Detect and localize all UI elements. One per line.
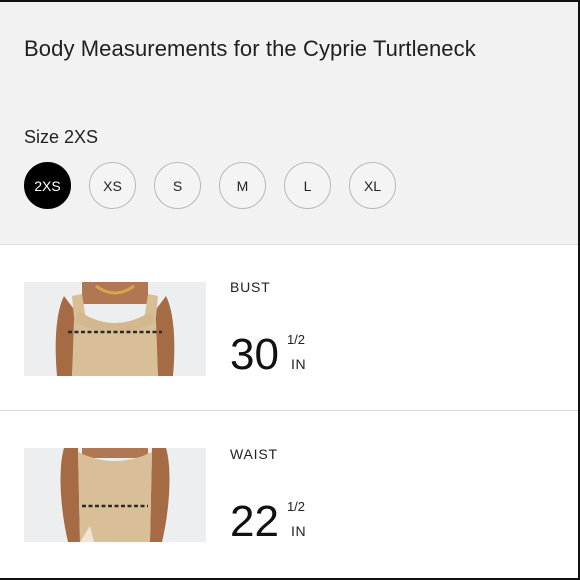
size-options: 2XS XS S M L XL — [24, 162, 396, 209]
bust-measurement-row: BUST 30 1/2 IN — [0, 245, 578, 411]
waist-measurement-row: WAIST 22 1/2 IN — [0, 412, 578, 578]
size-button-s[interactable]: S — [154, 162, 201, 209]
size-button-2xs[interactable]: 2XS — [24, 162, 71, 209]
page-title: Body Measurements for the Cyprie Turtlen… — [24, 36, 476, 61]
size-button-l[interactable]: L — [284, 162, 331, 209]
waist-value-fraction: 1/2 — [286, 499, 306, 514]
bust-value-whole: 30 — [230, 330, 279, 379]
waist-value-unit: IN — [290, 523, 307, 539]
size-button-xl[interactable]: XL — [349, 162, 396, 209]
bust-illustration — [24, 282, 206, 376]
bust-value-unit: IN — [290, 356, 307, 372]
waist-value-whole: 22 — [230, 497, 279, 546]
size-button-m[interactable]: M — [219, 162, 266, 209]
waist-illustration — [24, 448, 206, 542]
size-selector-panel: Body Measurements for the Cyprie Turtlen… — [0, 2, 578, 245]
waist-label: WAIST — [230, 446, 278, 462]
waist-value: 22 1/2 IN — [230, 500, 306, 544]
size-button-xs[interactable]: XS — [89, 162, 136, 209]
bust-value-fraction: 1/2 — [286, 332, 306, 347]
selected-size-label: Size 2XS — [24, 127, 99, 147]
bust-value: 30 1/2 IN — [230, 333, 306, 377]
bust-label: BUST — [230, 279, 271, 295]
